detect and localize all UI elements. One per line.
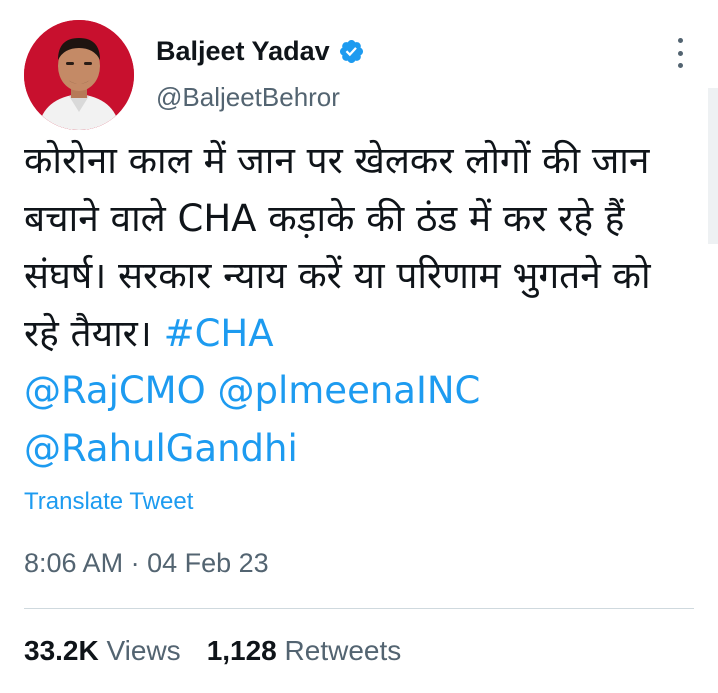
- tweet-time[interactable]: 8:06 AM: [24, 548, 123, 578]
- more-dot: [677, 50, 683, 56]
- author-handle[interactable]: @BaljeetBehror: [156, 82, 340, 113]
- views-stat[interactable]: 33.2K Views: [24, 635, 181, 667]
- retweets-label: Retweets: [284, 635, 402, 666]
- mention-link[interactable]: @plmeenaINC: [218, 369, 481, 412]
- more-options-icon[interactable]: [672, 38, 688, 68]
- retweets-count: 1,128: [206, 635, 277, 666]
- translate-tweet-link[interactable]: Translate Tweet: [24, 488, 193, 516]
- views-count: 33.2K: [24, 635, 99, 666]
- more-dot: [677, 38, 683, 43]
- scroll-edge: [708, 88, 718, 244]
- author-name-row: Baljeet Yadav: [156, 36, 365, 67]
- tweet-date[interactable]: 04 Feb 23: [147, 548, 269, 578]
- mention-link[interactable]: @RahulGandhi: [24, 427, 298, 470]
- tweet-text: कोरोना काल में जान पर खेलकर लोगों की जान…: [24, 132, 692, 477]
- tweet-stats: 33.2K Views 1,128 Retweets: [24, 635, 401, 667]
- more-dot: [677, 63, 683, 68]
- retweets-stat[interactable]: 1,128 Retweets: [207, 635, 402, 667]
- divider: [24, 608, 694, 609]
- timestamp-separator: ·: [130, 548, 140, 578]
- mention-link[interactable]: @RajCMO: [24, 369, 206, 412]
- hashtag-link[interactable]: #CHA: [164, 312, 274, 355]
- avatar[interactable]: [24, 20, 134, 130]
- tweet-body-text: कोरोना काल में जान पर खेलकर लोगों की जान…: [24, 139, 663, 355]
- tweet-timestamp: 8:06 AM · 04 Feb 23: [24, 548, 269, 579]
- verified-badge-icon: [338, 38, 365, 65]
- avatar-image: [24, 20, 134, 130]
- author-name[interactable]: Baljeet Yadav: [156, 36, 330, 67]
- views-label: Views: [106, 635, 181, 666]
